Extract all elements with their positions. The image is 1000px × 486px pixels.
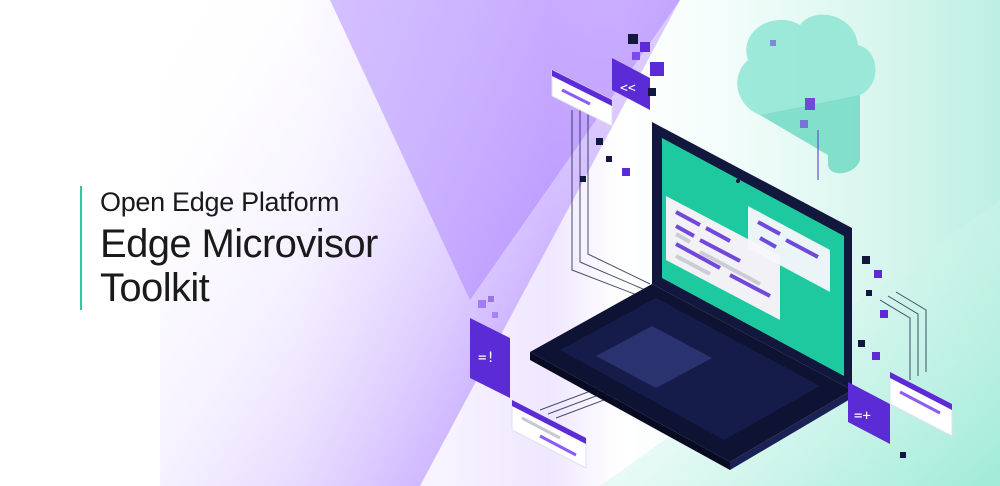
floating-window-bottom-left — [511, 399, 587, 469]
hero-banner: Open Edge Platform Edge Microvisor Toolk… — [0, 0, 1000, 486]
tile-top-glyph: << — [620, 81, 636, 96]
tile-left-glyph: =! — [478, 350, 495, 366]
floating-window-right — [889, 371, 953, 437]
floating-tile-left: =! — [470, 318, 510, 398]
tile-right-glyph: =+ — [854, 408, 871, 424]
laptop-cloud-illustration: << =! =+ — [470, 14, 953, 470]
floating-window-top-left — [551, 69, 613, 127]
cloud-icon — [737, 14, 876, 180]
floating-tile-right: =+ — [848, 382, 890, 444]
floating-tile-top: << — [612, 58, 650, 110]
